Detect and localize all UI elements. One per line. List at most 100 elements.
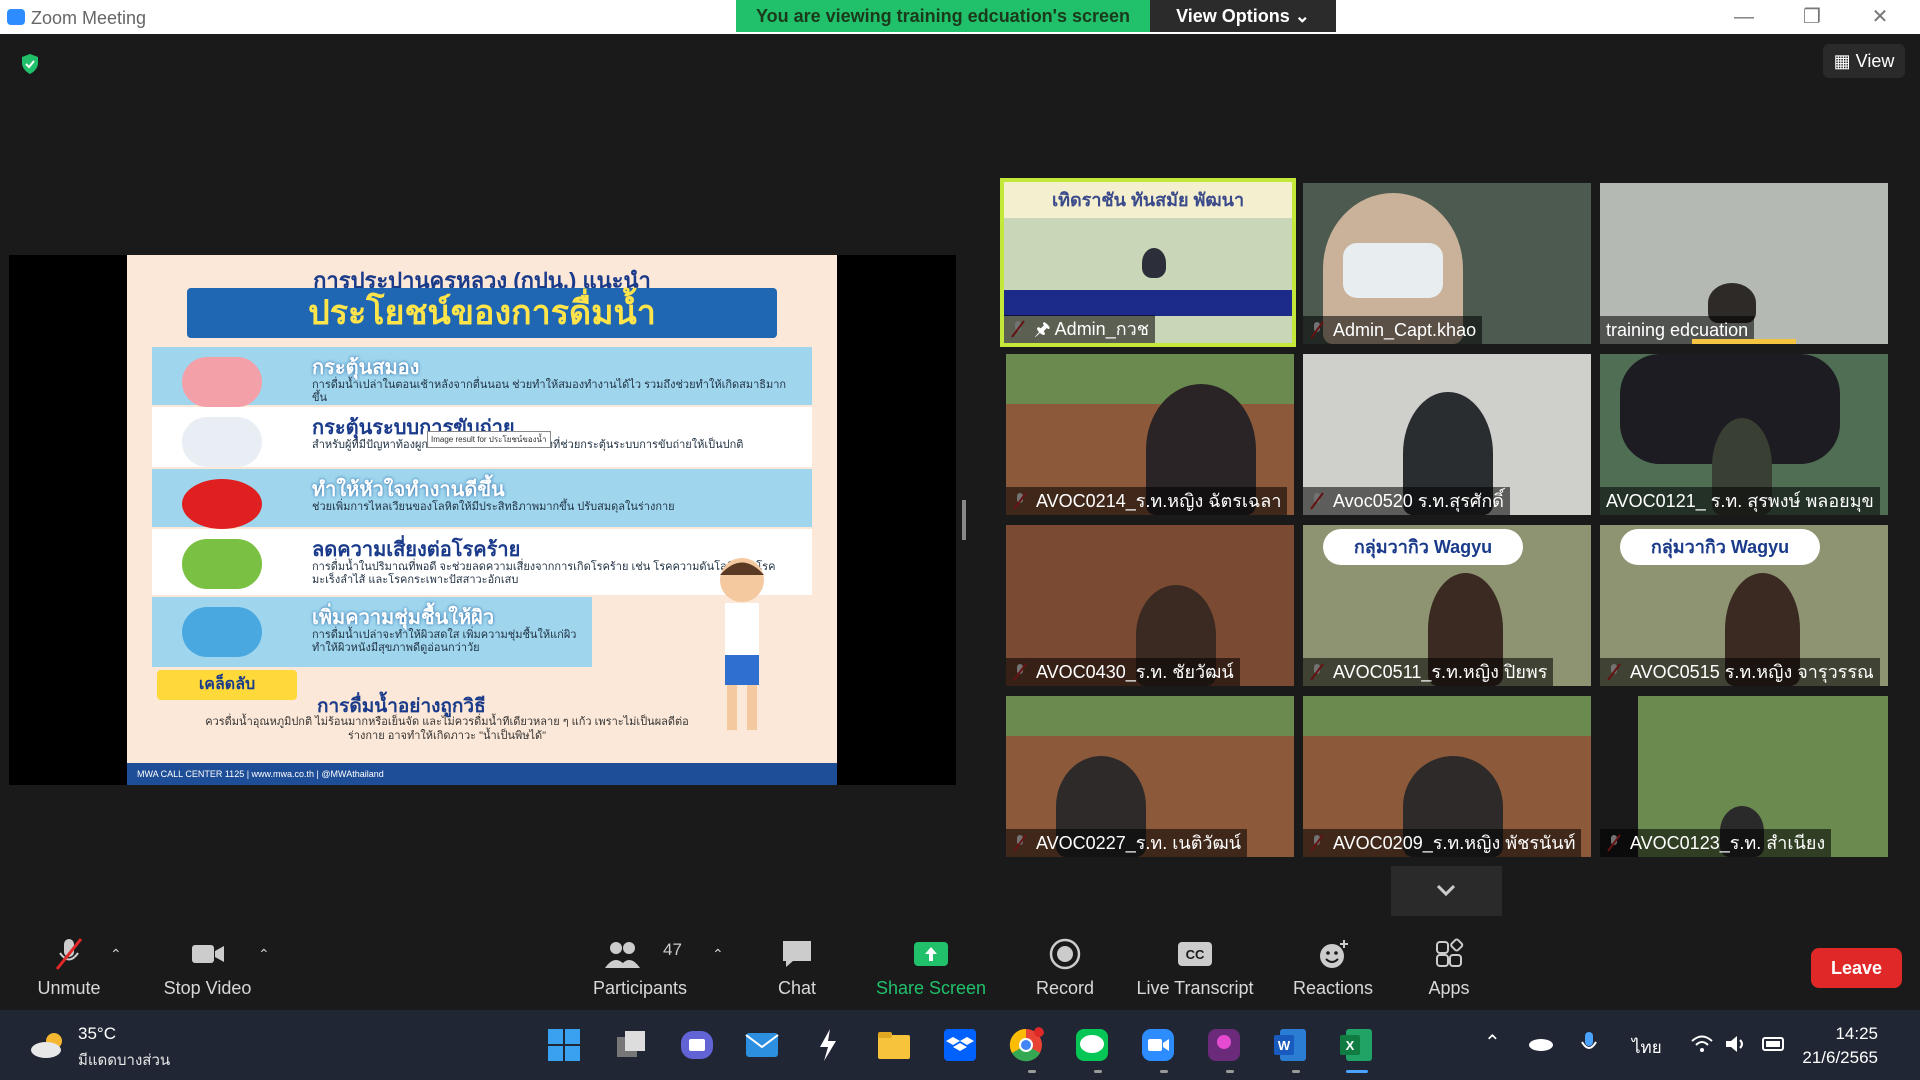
muted-mic-icon xyxy=(55,938,83,970)
record-label: Record xyxy=(1035,978,1095,998)
poster-footer: MWA CALL CENTER 1125 | www.mwa.co.th | @… xyxy=(127,763,837,785)
dropbox-icon[interactable] xyxy=(942,1027,978,1063)
restore-icon[interactable]: ❐ xyxy=(1784,0,1840,34)
clock-time[interactable]: 14:25 xyxy=(1812,1024,1878,1044)
tile-overlay-text: กลุ่มวากิว Wagyu xyxy=(1323,529,1523,565)
microphone-icon[interactable] xyxy=(1580,1030,1598,1058)
live-transcript-label: Live Transcript xyxy=(1136,978,1254,998)
word-icon[interactable]: W xyxy=(1272,1027,1308,1063)
pasture-strip xyxy=(1006,354,1294,404)
onedrive-icon[interactable] xyxy=(1528,1034,1554,1052)
running-indicator xyxy=(1094,1070,1102,1073)
smiley-icon xyxy=(1320,940,1348,968)
participants-button[interactable]: 47 Participants xyxy=(583,920,697,1010)
participant-tile[interactable]: training edcuation xyxy=(1600,183,1888,344)
weather-description[interactable]: มีแดดบางส่วน xyxy=(78,1048,170,1072)
minimize-icon[interactable]: — xyxy=(1716,0,1772,34)
poster-ribbon-title: ประโยชน์ของการดื่มน้ำ xyxy=(187,288,777,338)
stop-video-button[interactable]: Stop Video xyxy=(150,920,265,1010)
viewing-screen-banner: You are viewing training edcuation's scr… xyxy=(736,0,1150,32)
share-screen-button[interactable]: Share Screen xyxy=(871,920,991,1010)
view-options-label: View Options xyxy=(1176,6,1290,26)
clock-date[interactable]: 21/6/2565 xyxy=(1790,1048,1878,1068)
view-button[interactable]: ▦ View xyxy=(1823,44,1905,78)
weather-temperature[interactable]: 35°C xyxy=(78,1024,116,1044)
pdf-app-icon[interactable] xyxy=(1206,1027,1242,1063)
leave-button[interactable]: Leave xyxy=(1811,948,1902,988)
chrome-icon[interactable] xyxy=(1008,1027,1044,1063)
participant-name: 🖈 Admin_กวช xyxy=(1004,315,1155,343)
split-divider-handle[interactable] xyxy=(962,500,966,540)
chevron-up-icon[interactable]: ⌃ xyxy=(1484,1030,1501,1055)
volume-icon[interactable] xyxy=(1724,1034,1748,1054)
participants-label: Participants xyxy=(592,978,688,998)
participant-name: AVOC0123_ร.ท. สำเนียง xyxy=(1600,829,1832,857)
app-lightning-icon[interactable] xyxy=(810,1027,846,1063)
participant-tile[interactable]: AVOC0227_ร.ท. เนติวัฒน์ xyxy=(1006,696,1294,857)
heart-icon xyxy=(182,479,262,529)
participant-tile[interactable]: AVOC0209_ร.ท.หญิง พัชรนันท์ xyxy=(1303,696,1591,857)
battery-icon[interactable] xyxy=(1760,1034,1786,1054)
poster-row: เพิ่มความชุ่มชื้นให้ผิว การดื่มน้ำเปล่าจ… xyxy=(152,597,592,667)
live-transcript-button[interactable]: CC Live Transcript xyxy=(1130,920,1260,1010)
participant-tile[interactable]: Admin_Capt.khao xyxy=(1303,183,1591,344)
task-view-icon[interactable] xyxy=(613,1027,649,1063)
poster-row-desc: ช่วยเพิ่มการไหลเวียนของโลหิตให้มีประสิทธ… xyxy=(312,501,675,513)
file-explorer-icon[interactable] xyxy=(876,1027,912,1063)
face-mask xyxy=(1343,243,1443,298)
apps-icon xyxy=(1436,938,1464,967)
title-bar: Zoom Meeting You are viewing training ed… xyxy=(0,0,1920,34)
participant-tile[interactable]: AVOC0123_ร.ท. สำเนียง xyxy=(1600,696,1888,857)
chat-button[interactable]: Chat xyxy=(752,920,842,1010)
teams-chat-icon[interactable] xyxy=(679,1027,715,1063)
record-icon xyxy=(1049,938,1081,970)
toilet-icon xyxy=(182,417,262,467)
poster-row-desc: การดื่มน้ำเปล่าจะทำให้ผิวสดใส เพิ่มความช… xyxy=(312,629,577,654)
gallery-next-page-button[interactable] xyxy=(1391,866,1502,916)
input-language[interactable]: ไทย xyxy=(1632,1034,1662,1061)
virus-icon xyxy=(182,539,262,589)
zoom-icon[interactable] xyxy=(1140,1027,1176,1063)
encryption-shield-icon[interactable] xyxy=(18,52,42,76)
pasture-strip xyxy=(1006,696,1294,736)
apps-button[interactable]: Apps xyxy=(1405,920,1493,1010)
participant-name-text: Admin_กวช xyxy=(1054,319,1149,339)
poster-row: กระตุ้นระบบการขับถ่าย สำหรับผู้ที่มีปัญห… xyxy=(152,407,812,467)
participant-tile[interactable]: AVOC0121_ ร.ท. สุรพงษ์ พลอยมุข xyxy=(1600,354,1888,515)
stop-video-label: Stop Video xyxy=(163,978,252,998)
video-camera-icon xyxy=(191,945,224,963)
participant-tile[interactable]: เทิดราชัน ทันสมัย พัฒนา 🖈 Admin_กวช xyxy=(1000,178,1296,347)
audio-options-caret-icon[interactable]: ⌃ xyxy=(110,946,122,963)
close-icon[interactable]: ✕ xyxy=(1852,0,1908,34)
participant-tile[interactable]: Avoc0520 ร.ท.สุรศักดิ์ xyxy=(1303,354,1591,515)
line-icon[interactable] xyxy=(1074,1027,1110,1063)
running-indicator xyxy=(1028,1070,1036,1073)
chevron-down-icon xyxy=(1436,884,1456,897)
participant-name: AVOC0121_ ร.ท. สุรพงษ์ พลอยมุข xyxy=(1600,487,1880,515)
poster-tip-tag: เคล็ดลับ xyxy=(157,670,297,700)
shared-screen[interactable]: การประปานครหลวง (กปน.) แนะนำ ประโยชน์ของ… xyxy=(9,255,956,785)
reactions-button[interactable]: Reactions xyxy=(1283,920,1383,1010)
excel-icon[interactable]: X xyxy=(1338,1027,1374,1063)
participant-tile[interactable]: กลุ่มวากิว Wagyu AVOC0511_ร.ท.หญิง ปิยพร xyxy=(1303,525,1591,686)
tile-overlay-text: กลุ่มวากิว Wagyu xyxy=(1620,529,1820,565)
weather-icon[interactable] xyxy=(28,1030,68,1060)
wifi-icon[interactable] xyxy=(1690,1034,1714,1054)
participant-tile[interactable]: AVOC0214_ร.ท.หญิง ฉัตรเฉลา xyxy=(1006,354,1294,515)
view-options-button[interactable]: View Options ⌄ xyxy=(1150,0,1336,32)
participant-name: AVOC0515 ร.ท.หญิง จารุวรรณ xyxy=(1600,658,1880,686)
participants-count: 47 xyxy=(663,940,682,959)
participant-tile[interactable]: AVOC0430_ร.ท. ชัยวัฒน์ xyxy=(1006,525,1294,686)
record-button[interactable]: Record xyxy=(1020,920,1110,1010)
participants-icon xyxy=(604,942,640,968)
poster-row-desc: สำหรับผู้ที่มีปัญหาท้องผูก การดื่มน้ำเปล… xyxy=(312,439,744,451)
poster-row-desc: การดื่มน้ำเปล่าในตอนเช้าหลังจากตื่นนอน ช… xyxy=(312,379,787,404)
video-options-caret-icon[interactable]: ⌃ xyxy=(258,946,270,963)
participants-caret-icon[interactable]: ⌃ xyxy=(712,946,724,963)
unmute-button[interactable]: Unmute xyxy=(24,920,114,1010)
tile-overlay-text: เทิดราชัน ทันสมัย พัฒนา xyxy=(1004,182,1292,218)
mail-icon[interactable] xyxy=(744,1027,780,1063)
participant-tile[interactable]: กลุ่มวากิว Wagyu AVOC0515 ร.ท.หญิง จารุว… xyxy=(1600,525,1888,686)
windows-start-icon[interactable] xyxy=(546,1027,582,1063)
apps-label: Apps xyxy=(1428,978,1470,998)
